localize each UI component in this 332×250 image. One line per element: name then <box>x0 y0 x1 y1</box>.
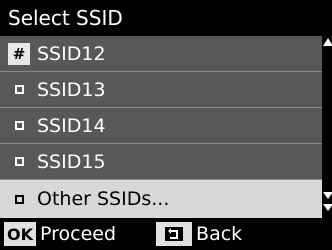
page-title: Select SSID <box>8 6 123 30</box>
title-bar: Select SSID <box>0 0 332 36</box>
scroll-up-arrow-icon[interactable] <box>323 38 332 46</box>
bullet-icon <box>5 185 33 213</box>
hash-icon: # <box>8 42 30 65</box>
scroll-down-arrow-icon[interactable] <box>323 204 332 211</box>
footer-bar: OK Proceed Back <box>0 218 332 250</box>
back-arrow-icon <box>165 227 184 241</box>
scrollbar[interactable] <box>322 36 332 218</box>
ssid-list: # SSID12 SSID13 SSID14 SSID15 Other SSID… <box>0 36 322 218</box>
list-item-ssid14[interactable]: SSID14 <box>0 108 322 144</box>
list-item-ssid15[interactable]: SSID15 <box>0 144 322 180</box>
bullet-icon <box>5 76 33 104</box>
list-item-label: SSID13 <box>37 78 106 101</box>
list-item-label: SSID12 <box>37 42 106 65</box>
back-key[interactable] <box>156 222 193 246</box>
printer-lcd-screen: Select SSID # SSID12 SSID13 SSID14 SSID1… <box>0 0 332 250</box>
list-item-other-ssids[interactable]: Other SSIDs... <box>0 180 322 218</box>
list-item-label: SSID14 <box>37 114 106 137</box>
scroll-down-arrow-icon[interactable] <box>323 192 332 199</box>
bullet-icon <box>5 148 33 176</box>
list-item-label: Other SSIDs... <box>37 188 170 210</box>
bullet-icon <box>5 112 33 140</box>
list-item-ssid13[interactable]: SSID13 <box>0 72 322 108</box>
ok-key[interactable]: OK <box>4 222 36 246</box>
list-item-ssid12[interactable]: # SSID12 <box>0 36 322 72</box>
list-item-label: SSID15 <box>37 150 106 173</box>
proceed-label: Proceed <box>40 223 117 245</box>
back-label: Back <box>196 223 243 245</box>
